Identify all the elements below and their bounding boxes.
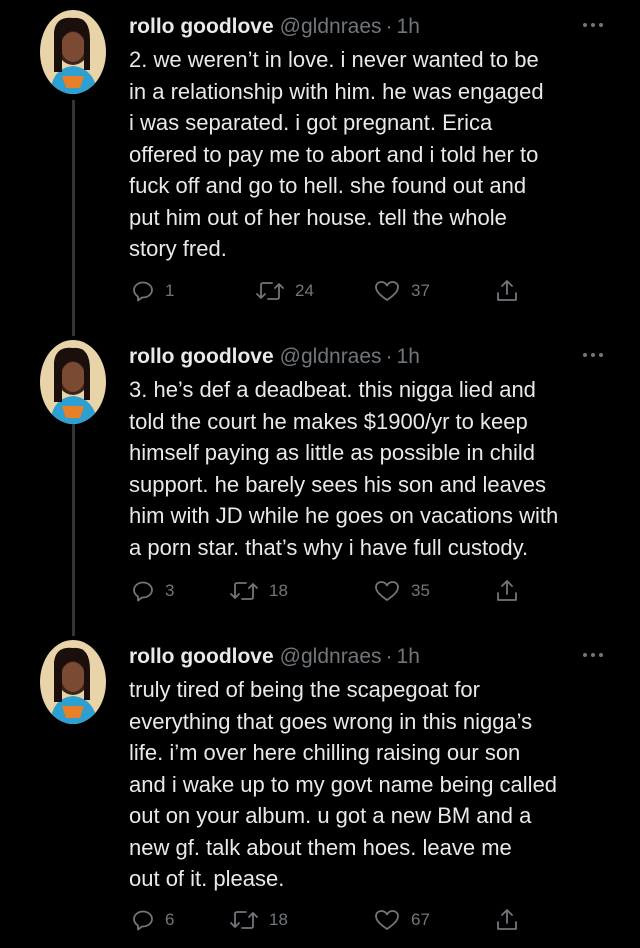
reply-button[interactable]: 1 bbox=[131, 276, 174, 306]
share-icon bbox=[495, 278, 519, 304]
heart-icon bbox=[373, 579, 401, 603]
retweet-count: 18 bbox=[269, 910, 288, 929]
tweet-text: 3. he’s def a deadbeat. this nigga lied … bbox=[129, 377, 559, 560]
share-icon bbox=[495, 578, 519, 604]
retweet-button[interactable]: 18 bbox=[229, 905, 288, 935]
like-count: 37 bbox=[411, 281, 430, 300]
retweet-icon bbox=[229, 908, 259, 932]
reply-icon bbox=[131, 279, 155, 303]
like-button[interactable]: 37 bbox=[373, 276, 430, 306]
tweet-header: rollo goodlove @gldnraes · 1h bbox=[129, 10, 420, 44]
timestamp[interactable]: 1h bbox=[397, 645, 420, 668]
tweet-header: rollo goodlove @gldnraes · 1h bbox=[129, 640, 420, 674]
display-name[interactable]: rollo goodlove bbox=[129, 15, 274, 38]
reply-count: 3 bbox=[165, 581, 175, 600]
separator: · bbox=[385, 15, 393, 38]
more-icon[interactable] bbox=[580, 645, 606, 665]
user-handle[interactable]: @gldnraes bbox=[280, 345, 382, 368]
avatar[interactable] bbox=[40, 10, 106, 94]
heart-icon bbox=[373, 279, 401, 303]
reply-count: 6 bbox=[165, 910, 175, 929]
retweet-icon bbox=[229, 579, 259, 603]
avatar[interactable] bbox=[40, 340, 106, 424]
heart-icon bbox=[373, 908, 401, 932]
retweet-count: 18 bbox=[269, 581, 288, 600]
reply-count: 1 bbox=[165, 281, 175, 300]
timestamp[interactable]: 1h bbox=[397, 345, 420, 368]
reply-button[interactable]: 6 bbox=[131, 905, 174, 935]
display-name[interactable]: rollo goodlove bbox=[129, 345, 274, 368]
like-button[interactable]: 67 bbox=[373, 905, 430, 935]
tweet-text: truly tired of being the scapegoat for e… bbox=[129, 677, 558, 891]
tweet[interactable]: rollo goodlove @gldnraes · 1h 2. we weren’t… bbox=[0, 10, 640, 310]
user-handle[interactable]: @gldnraes bbox=[280, 15, 382, 38]
separator: · bbox=[385, 345, 393, 368]
share-button[interactable] bbox=[495, 276, 519, 306]
tweet[interactable]: rollo goodlove @gldnraes · 1h 3. he’s def a… bbox=[0, 340, 640, 620]
like-count: 67 bbox=[411, 910, 430, 929]
like-button[interactable]: 35 bbox=[373, 576, 430, 606]
tweet-header: rollo goodlove @gldnraes · 1h bbox=[129, 340, 420, 374]
retweet-count: 24 bbox=[295, 281, 314, 300]
reply-button[interactable]: 3 bbox=[131, 576, 174, 606]
share-button[interactable] bbox=[495, 905, 519, 935]
tweet-text: 2. we weren’t in love. i never wanted to… bbox=[129, 47, 544, 261]
like-count: 35 bbox=[411, 581, 430, 600]
more-icon[interactable] bbox=[580, 345, 606, 365]
more-icon[interactable] bbox=[580, 15, 606, 35]
tweet-actions: 1 24 37 bbox=[129, 276, 529, 306]
share-icon bbox=[495, 907, 519, 933]
tweet-actions: 6 18 67 bbox=[129, 905, 529, 935]
separator: · bbox=[385, 645, 393, 668]
retweet-button[interactable]: 24 bbox=[255, 276, 314, 306]
tweet-actions: 3 18 35 bbox=[129, 576, 529, 606]
reply-icon bbox=[131, 908, 155, 932]
tweet[interactable]: rollo goodlove @gldnraes · 1h truly tired o… bbox=[0, 640, 640, 940]
retweet-button[interactable]: 18 bbox=[229, 576, 288, 606]
retweet-icon bbox=[255, 279, 285, 303]
display-name[interactable]: rollo goodlove bbox=[129, 645, 274, 668]
avatar[interactable] bbox=[40, 640, 106, 724]
timestamp[interactable]: 1h bbox=[397, 15, 420, 38]
user-handle[interactable]: @gldnraes bbox=[280, 645, 382, 668]
share-button[interactable] bbox=[495, 576, 519, 606]
reply-icon bbox=[131, 579, 155, 603]
